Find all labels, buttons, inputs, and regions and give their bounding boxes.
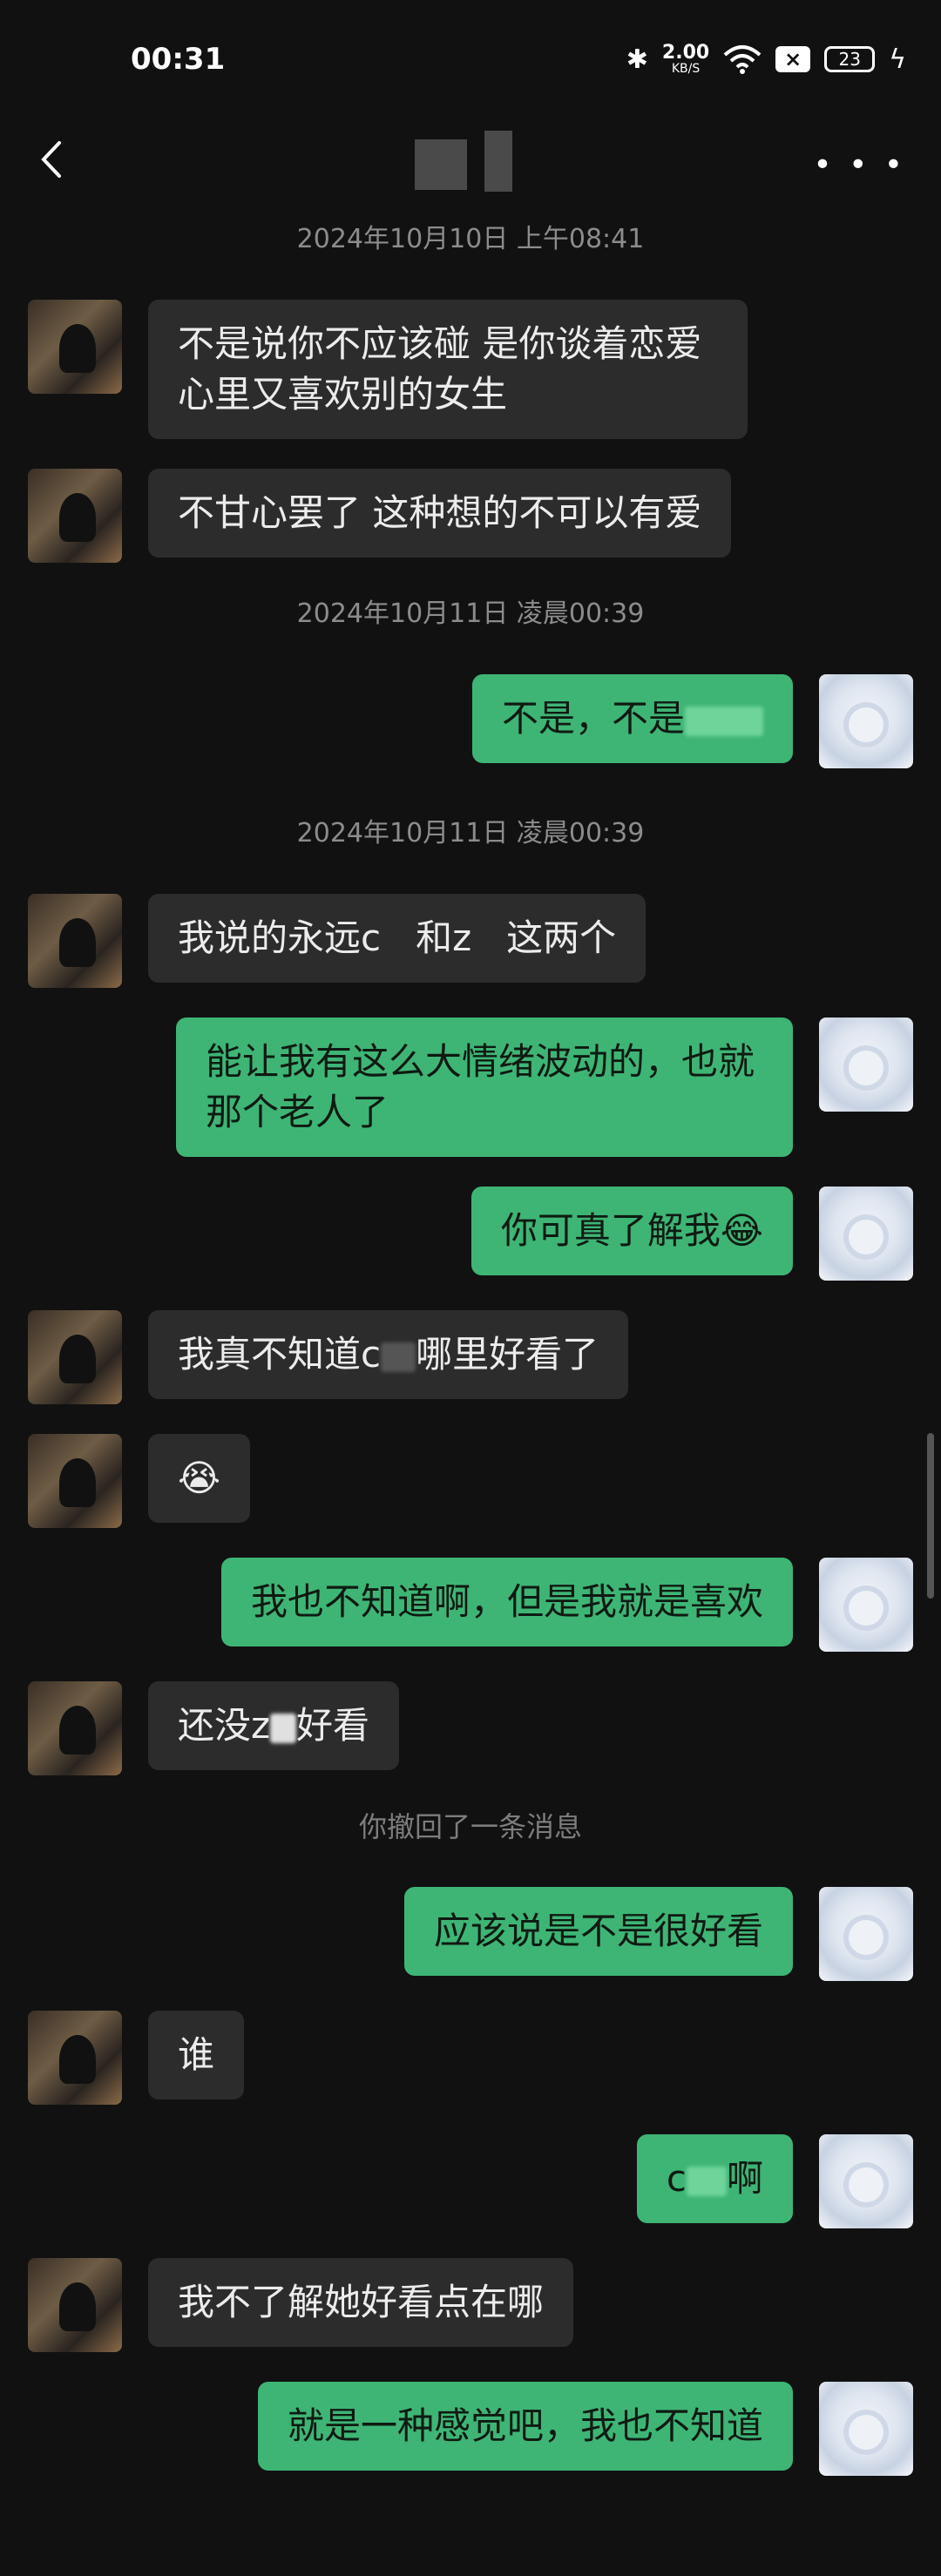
- user-avatar[interactable]: [819, 1187, 913, 1281]
- message-bubble[interactable]: 谁: [148, 2011, 245, 2099]
- message-bubble[interactable]: 还没z 好看: [148, 1681, 400, 1770]
- user-avatar[interactable]: [819, 1018, 913, 1112]
- redacted-text: [686, 2166, 727, 2196]
- message-bubble[interactable]: 😭: [148, 1434, 251, 1523]
- message-row: 不是，不是: [0, 674, 941, 768]
- timestamp: 2024年10月10日 上午08:41: [296, 224, 645, 254]
- contact-avatar[interactable]: [28, 894, 122, 988]
- message-bubble[interactable]: 不是说你不应该碰 是你谈着恋爱心里又喜欢别的女生: [148, 300, 748, 439]
- redacted-text: [471, 926, 506, 956]
- message-row: 应该说是不是很好看: [0, 1887, 941, 1981]
- redacted-text: [381, 926, 416, 956]
- contact-name-redacted[interactable]: [415, 131, 528, 192]
- user-avatar[interactable]: [819, 2382, 913, 2476]
- message-row: 我真不知道c 哪里好看了: [0, 1310, 941, 1404]
- message-row: 我不了解她好看点在哪: [0, 2258, 941, 2352]
- battery-icon: 23: [824, 46, 876, 72]
- message-bubble[interactable]: 我也不知道啊，但是我就是喜欢: [220, 1558, 793, 1646]
- message-bubble[interactable]: 就是一种感觉吧，我也不知道: [257, 2382, 793, 2471]
- message-list[interactable]: 2024年10月10日 上午08:41 不是说你不应该碰 是你谈着恋爱心里又喜欢…: [0, 218, 941, 2505]
- timestamp: 2024年10月11日 凌晨00:39: [296, 818, 645, 849]
- message-row: 你可真了解我😂: [0, 1187, 941, 1281]
- status-time: 00:31: [131, 42, 226, 77]
- chat-header: • • •: [0, 105, 941, 209]
- status-bar: 00:31 ✱ 2.00 KB/S × 23 ϟ: [0, 0, 941, 96]
- user-avatar[interactable]: [819, 1887, 913, 1981]
- message-bubble[interactable]: 我说的永远c 和z 这两个: [148, 894, 647, 983]
- bluetooth-icon: ✱: [626, 44, 648, 75]
- timestamp: 2024年10月11日 凌晨00:39: [296, 598, 645, 629]
- more-options-icon[interactable]: • • •: [813, 150, 906, 181]
- message-row: 😭: [0, 1434, 941, 1528]
- contact-avatar[interactable]: [28, 2011, 122, 2105]
- message-row: c啊: [0, 2134, 941, 2228]
- redacted-text: [270, 1713, 297, 1743]
- contact-avatar[interactable]: [28, 1310, 122, 1404]
- message-bubble[interactable]: 你可真了解我😂: [470, 1187, 793, 1275]
- message-row: 不甘心罢了 这种想的不可以有爱: [0, 469, 941, 563]
- charging-icon: ϟ: [889, 44, 906, 75]
- message-row: 我说的永远c 和z 这两个: [0, 894, 941, 988]
- message-bubble[interactable]: 不甘心罢了 这种想的不可以有爱: [148, 469, 732, 558]
- message-row: 谁: [0, 2011, 941, 2105]
- contact-avatar[interactable]: [28, 469, 122, 563]
- message-bubble[interactable]: 不是，不是: [471, 674, 793, 763]
- message-bubble[interactable]: 能让我有这么大情绪波动的，也就那个老人了: [176, 1018, 793, 1157]
- sim-disabled-icon: ×: [775, 46, 811, 72]
- back-arrow-icon[interactable]: [33, 139, 73, 179]
- recall-notice: 你撤回了一条消息: [358, 1810, 582, 1843]
- message-row: 我也不知道啊，但是我就是喜欢: [0, 1558, 941, 1652]
- redacted-text: [685, 706, 763, 736]
- message-bubble[interactable]: c啊: [636, 2134, 793, 2223]
- scrollbar-thumb[interactable]: [927, 1433, 934, 1599]
- wifi-icon: [723, 45, 762, 74]
- contact-avatar[interactable]: [28, 1434, 122, 1528]
- contact-avatar[interactable]: [28, 1681, 122, 1775]
- message-bubble[interactable]: 我不了解她好看点在哪: [148, 2258, 574, 2347]
- redacted-text: [381, 1342, 416, 1372]
- message-bubble[interactable]: 应该说是不是很好看: [403, 1887, 793, 1976]
- message-row: 就是一种感觉吧，我也不知道: [0, 2382, 941, 2476]
- contact-avatar[interactable]: [28, 300, 122, 394]
- contact-avatar[interactable]: [28, 2258, 122, 2352]
- status-icons: ✱ 2.00 KB/S × 23 ϟ: [626, 35, 906, 84]
- user-avatar[interactable]: [819, 1558, 913, 1652]
- network-speed: 2.00 KB/S: [661, 42, 710, 76]
- message-row: 不是说你不应该碰 是你谈着恋爱心里又喜欢别的女生: [0, 300, 941, 439]
- message-row: 能让我有这么大情绪波动的，也就那个老人了: [0, 1018, 941, 1157]
- message-row: 还没z 好看: [0, 1681, 941, 1775]
- user-avatar[interactable]: [819, 674, 913, 768]
- message-bubble[interactable]: 我真不知道c 哪里好看了: [148, 1310, 629, 1399]
- user-avatar[interactable]: [819, 2134, 913, 2228]
